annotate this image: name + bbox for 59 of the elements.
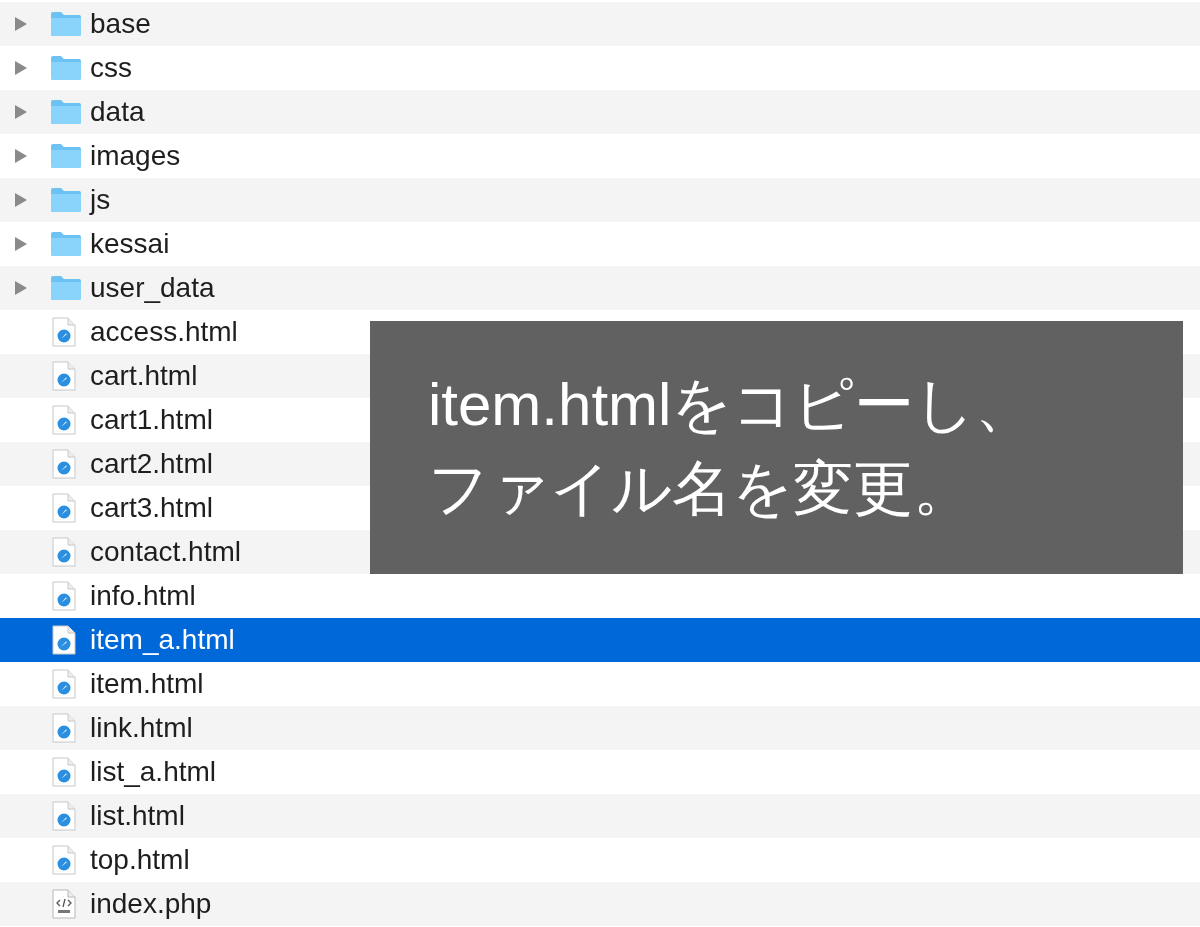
file-name: images (90, 139, 181, 173)
file-name: cart1.html (90, 403, 213, 437)
disclosure-triangle-icon[interactable] (14, 280, 28, 296)
html-file-icon (52, 845, 76, 875)
file-row[interactable]: base (0, 2, 1200, 46)
html-file-icon (52, 713, 76, 743)
disclosure-triangle-icon[interactable] (14, 16, 28, 32)
html-file-icon (52, 757, 76, 787)
file-row[interactable]: index.php (0, 882, 1200, 926)
html-file-icon (52, 317, 76, 347)
file-name: top.html (90, 843, 190, 877)
folder-icon (50, 99, 82, 125)
file-name: item.html (90, 667, 204, 701)
file-name: info.html (90, 579, 196, 613)
file-name: list_a.html (90, 755, 217, 789)
file-name: cart.html (90, 359, 198, 393)
html-file-icon (52, 537, 76, 567)
html-file-icon (52, 361, 76, 391)
file-name: contact.html (90, 535, 241, 569)
code-file-icon (52, 889, 76, 919)
file-row[interactable]: link.html (0, 706, 1200, 750)
file-name: list.html (90, 799, 185, 833)
disclosure-triangle-icon[interactable] (14, 60, 28, 76)
file-name: cart2.html (90, 447, 213, 481)
disclosure-triangle-icon[interactable] (14, 236, 28, 252)
file-row[interactable]: item_a.html (0, 618, 1200, 662)
html-file-icon (52, 801, 76, 831)
file-name: js (90, 183, 111, 217)
file-row[interactable]: data (0, 90, 1200, 134)
folder-icon (50, 11, 82, 37)
file-row[interactable]: js (0, 178, 1200, 222)
file-name: index.php (90, 887, 212, 921)
folder-icon (50, 187, 82, 213)
file-name: user_data (90, 271, 215, 305)
html-file-icon (52, 405, 76, 435)
folder-icon (50, 275, 82, 301)
file-row[interactable]: user_data (0, 266, 1200, 310)
file-name: kessai (90, 227, 170, 261)
file-name: data (90, 95, 145, 129)
file-name: cart3.html (90, 491, 213, 525)
file-name: css (90, 51, 132, 85)
file-name: item_a.html (90, 623, 235, 657)
disclosure-triangle-icon[interactable] (14, 148, 28, 164)
folder-icon (50, 231, 82, 257)
file-name: access.html (90, 315, 238, 349)
html-file-icon (52, 625, 76, 655)
html-file-icon (52, 669, 76, 699)
html-file-icon (52, 449, 76, 479)
disclosure-triangle-icon[interactable] (14, 192, 28, 208)
file-row[interactable]: list.html (0, 794, 1200, 838)
html-file-icon (52, 581, 76, 611)
file-name: link.html (90, 711, 193, 745)
folder-icon (50, 143, 82, 169)
disclosure-triangle-icon[interactable] (14, 104, 28, 120)
folder-icon (50, 55, 82, 81)
html-file-icon (52, 493, 76, 523)
file-name: base (90, 7, 151, 41)
caption-text: item.htmlをコピーし、 (428, 370, 1036, 440)
caption-text: ファイル名を変更。 (428, 454, 973, 524)
